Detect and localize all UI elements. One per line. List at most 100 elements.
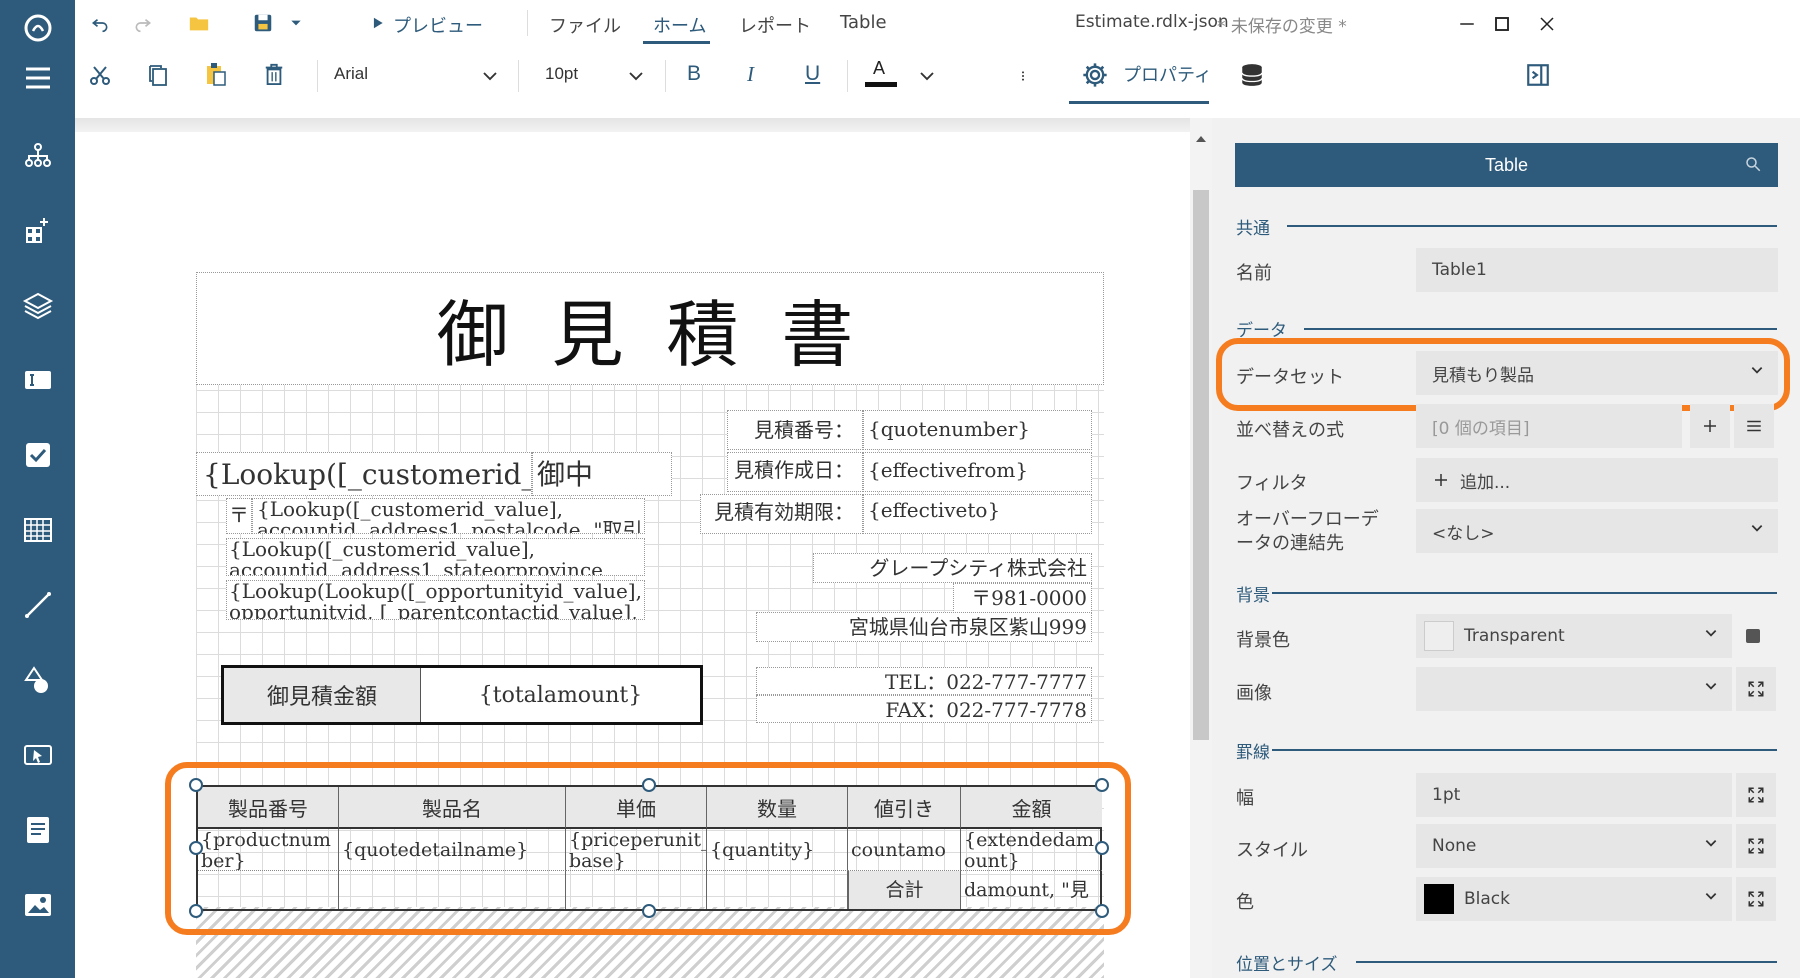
undo-icon[interactable] bbox=[87, 10, 113, 36]
border-color-label: 色 bbox=[1236, 892, 1254, 913]
delete-icon[interactable] bbox=[259, 58, 289, 90]
section-divider bbox=[1287, 225, 1777, 227]
scroll-up-arrow-icon[interactable] bbox=[1195, 128, 1207, 142]
gear-icon[interactable] bbox=[1078, 58, 1112, 92]
black-swatch bbox=[1424, 884, 1454, 914]
company-fax-field[interactable]: FAX：022-777-7778 bbox=[756, 695, 1092, 723]
expand-icon[interactable] bbox=[1736, 877, 1776, 921]
border-color-select[interactable]: Black bbox=[1416, 877, 1732, 921]
company-tel-field[interactable]: TEL：022-777-7777 bbox=[756, 667, 1092, 695]
postal-mark-field[interactable]: 〒 bbox=[226, 498, 252, 534]
menu-report[interactable]: レポート bbox=[739, 12, 811, 38]
expiry-date-label[interactable]: 見積有効期限： bbox=[700, 494, 863, 534]
company-address-field[interactable]: 宮城県仙台市泉区紫山999 bbox=[756, 612, 1092, 642]
report-title[interactable]: 御 見 積 書 bbox=[196, 272, 1104, 385]
border-style-label: スタイル bbox=[1236, 840, 1308, 861]
border-color-value: Black bbox=[1464, 889, 1510, 909]
layers-icon[interactable] bbox=[18, 285, 58, 325]
company-name-field[interactable]: グレープシティ株式会社 bbox=[813, 553, 1092, 583]
copy-icon[interactable] bbox=[143, 60, 173, 90]
honorific-field[interactable]: 御中 bbox=[532, 452, 672, 496]
database-icon[interactable] bbox=[1235, 58, 1269, 92]
section-divider bbox=[1356, 961, 1777, 963]
quote-number-label[interactable]: 見積番号： bbox=[727, 410, 863, 450]
font-family-select[interactable]: Arial bbox=[334, 64, 368, 84]
customer-contact-field[interactable]: {Lookup(Lookup([_opportunityid_value], o… bbox=[226, 580, 645, 620]
font-color-button[interactable]: A bbox=[873, 58, 885, 79]
components-icon[interactable] bbox=[18, 210, 58, 250]
section-common: 共通 bbox=[1236, 219, 1270, 239]
save-icon[interactable] bbox=[250, 10, 276, 36]
input-field-tool-icon[interactable] bbox=[18, 735, 58, 775]
redo-icon[interactable] bbox=[130, 10, 156, 36]
ribbon-toolbar: Arial 10pt B I U A プロパティ bbox=[75, 46, 1800, 118]
search-icon[interactable] bbox=[1744, 155, 1762, 178]
menu-file[interactable]: ファイル bbox=[549, 12, 621, 38]
tab-properties[interactable]: プロパティ bbox=[1123, 61, 1212, 87]
sort-expression-label: 並べ替えの式 bbox=[1236, 420, 1344, 441]
border-style-select[interactable]: None bbox=[1416, 824, 1732, 868]
company-postal-field[interactable]: 〒981-0000 bbox=[953, 583, 1092, 613]
expand-icon[interactable] bbox=[1736, 667, 1776, 711]
font-family-chevron-icon[interactable] bbox=[478, 64, 502, 88]
save-dropdown-chevron-icon[interactable] bbox=[285, 12, 307, 34]
expand-icon[interactable] bbox=[1736, 773, 1776, 817]
property-search-title: Table bbox=[1484, 154, 1529, 175]
color-reset-icon[interactable] bbox=[1746, 629, 1760, 643]
filter-add-button[interactable]: 追加... bbox=[1416, 458, 1778, 502]
play-icon bbox=[367, 12, 389, 34]
created-date-label[interactable]: 見積作成日： bbox=[727, 452, 863, 492]
toggle-panel-icon[interactable] bbox=[1521, 58, 1555, 92]
menu-home[interactable]: ホーム bbox=[653, 12, 706, 38]
font-size-chevron-icon[interactable] bbox=[624, 64, 648, 88]
title-bar: プレビュー ファイル ホーム レポート Table Estimate.rdlx-… bbox=[75, 0, 1800, 46]
created-date-value[interactable]: {effectivefrom} bbox=[863, 452, 1092, 492]
list-icon[interactable] bbox=[1734, 404, 1774, 448]
maximize-icon[interactable] bbox=[1490, 12, 1514, 36]
chevron-down-icon bbox=[1705, 840, 1717, 847]
font-size-select[interactable]: 10pt bbox=[545, 64, 578, 84]
customer-name-field[interactable]: {Lookup([_customerid_v bbox=[196, 452, 532, 496]
sort-expression-field[interactable]: [0 個の項目] bbox=[1416, 404, 1682, 448]
add-sort-icon[interactable] bbox=[1690, 404, 1730, 448]
italic-button[interactable]: I bbox=[747, 62, 754, 87]
bold-button[interactable]: B bbox=[687, 62, 701, 86]
border-width-input[interactable]: 1pt bbox=[1416, 773, 1732, 817]
font-color-chevron-icon[interactable] bbox=[915, 64, 939, 88]
table-tool-icon[interactable] bbox=[18, 510, 58, 550]
minimize-icon[interactable] bbox=[1455, 12, 1479, 36]
cut-icon[interactable] bbox=[85, 60, 115, 90]
customer-state-field[interactable]: {Lookup([_customerid_value], accountid, … bbox=[226, 538, 645, 576]
shape-tool-icon[interactable] bbox=[18, 660, 58, 700]
app-logo-icon[interactable] bbox=[18, 8, 58, 48]
section-position-size: 位置とサイズ bbox=[1236, 955, 1338, 975]
report-explorer-icon[interactable] bbox=[18, 135, 58, 175]
expand-icon[interactable] bbox=[1736, 824, 1776, 868]
close-icon[interactable] bbox=[1535, 12, 1559, 36]
checkbox-tool-icon[interactable] bbox=[18, 435, 58, 475]
expiry-date-value[interactable]: {effectiveto} bbox=[863, 494, 1092, 534]
paste-icon[interactable] bbox=[201, 58, 231, 90]
preview-button[interactable]: プレビュー bbox=[393, 12, 483, 38]
open-folder-icon[interactable] bbox=[185, 10, 213, 36]
total-amount-box[interactable]: 御見積金額 {totalamount} bbox=[221, 665, 703, 725]
property-search-header[interactable]: Table bbox=[1235, 143, 1778, 187]
menu-table[interactable]: Table bbox=[840, 12, 887, 33]
filter-label: フィルタ bbox=[1236, 473, 1308, 494]
section-divider bbox=[1272, 592, 1777, 594]
image-tool-icon[interactable] bbox=[18, 885, 58, 925]
name-input[interactable]: Table1 bbox=[1416, 248, 1778, 292]
more-options-icon[interactable] bbox=[1011, 60, 1035, 92]
line-tool-icon[interactable] bbox=[18, 585, 58, 625]
underline-button[interactable]: U bbox=[805, 62, 820, 86]
overflow-select[interactable]: <なし> bbox=[1416, 509, 1778, 553]
active-menu-underline bbox=[643, 41, 710, 44]
quote-number-value[interactable]: {quotenumber} bbox=[863, 410, 1092, 450]
customer-postal-field[interactable]: {Lookup([_customerid_value], accountid, … bbox=[252, 498, 645, 534]
richtext-tool-icon[interactable] bbox=[18, 810, 58, 850]
background-color-select[interactable]: Transparent bbox=[1416, 614, 1732, 658]
image-select[interactable] bbox=[1416, 667, 1732, 711]
textbox-tool-icon[interactable] bbox=[18, 360, 58, 400]
hamburger-menu-icon[interactable] bbox=[18, 58, 58, 98]
scrollbar-thumb[interactable] bbox=[1193, 190, 1209, 740]
